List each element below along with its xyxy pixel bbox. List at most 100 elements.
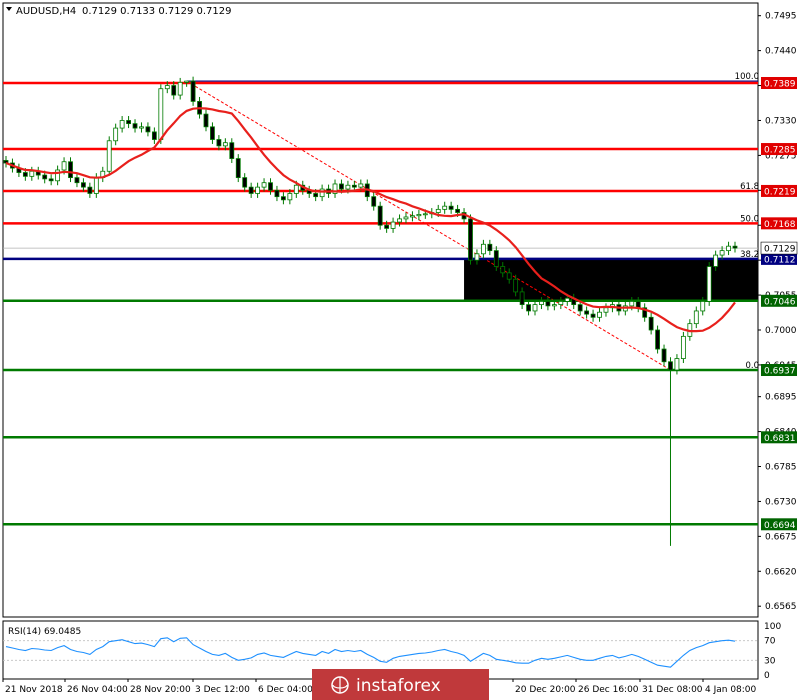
chart-window: 100.0 61.8 50.0 38.2 23.6 0.0 0.7495 0.7440 0.7… <box>0 0 800 700</box>
candle-body <box>287 193 293 201</box>
y-tick-label: 0.6565 <box>765 602 797 612</box>
candle-body <box>713 254 719 267</box>
candle-body <box>384 224 390 229</box>
current-price-label: 0.7129 <box>764 245 796 255</box>
rsi-scale-label: 100 <box>764 622 781 632</box>
candle-body <box>403 216 409 220</box>
candle-body <box>590 313 596 318</box>
candle-body <box>319 188 325 198</box>
level-price-label: 0.6831 <box>764 434 796 444</box>
x-tick-label: 28 Nov 20:00 <box>130 685 191 695</box>
candle-body <box>222 142 228 147</box>
y-tick-label: 0.7330 <box>765 116 797 126</box>
rsi-scale-label: 70 <box>764 637 776 647</box>
candle-body <box>87 186 93 194</box>
candle-body <box>513 278 519 293</box>
y-tick-label: 0.6620 <box>765 567 797 577</box>
candle-body <box>661 348 667 363</box>
level-price-label: 0.7046 <box>764 297 796 307</box>
candle-body <box>248 186 254 194</box>
candle-body <box>551 304 557 307</box>
candle-body <box>229 142 235 159</box>
ohlc-values: 0.7129 0.7133 0.7129 0.7129 <box>82 6 232 17</box>
candle-body <box>455 208 460 213</box>
y-tick-label: 0.6785 <box>765 463 797 473</box>
candle-body <box>603 307 609 313</box>
candle-body <box>397 218 402 223</box>
candle-body <box>139 126 144 129</box>
y-tick-label: 0.7000 <box>765 326 797 336</box>
candle-body <box>493 250 499 267</box>
rsi-label: RSI(14) 69.0485 <box>8 627 81 637</box>
price-chart: 100.061.850.038.223.60.0 0.74950.74400.7… <box>2 2 798 700</box>
candle-body <box>700 301 706 312</box>
candle-body <box>145 126 151 133</box>
candle-body <box>648 316 654 331</box>
candle-body <box>468 218 473 261</box>
candle-body <box>68 161 73 179</box>
candle-body <box>126 120 131 125</box>
rsi-scale-label: 0 <box>764 671 770 681</box>
level-price-label: 0.7219 <box>764 187 796 197</box>
candle-body <box>448 205 454 210</box>
candle-body <box>358 183 364 188</box>
candle-body <box>416 214 422 217</box>
candle-body <box>48 178 54 182</box>
candle-body <box>674 358 680 371</box>
candle-body <box>442 205 448 210</box>
candle-body <box>255 186 261 194</box>
level-price-label: 0.7389 <box>764 80 796 90</box>
candle-body <box>519 291 525 306</box>
candle-body <box>474 253 480 261</box>
candle-body <box>668 361 673 371</box>
candle-body <box>680 335 686 359</box>
candle-body <box>190 80 196 102</box>
candle-body <box>164 85 170 90</box>
x-tick-label: 4 Jan 08:00 <box>705 685 757 695</box>
candle-body <box>487 243 493 252</box>
x-tick-label: 31 Dec 08:00 <box>642 685 703 695</box>
candle-body <box>158 88 164 140</box>
candle-body <box>151 131 157 140</box>
candle-body <box>113 127 119 142</box>
candle-body <box>345 184 351 190</box>
candle-body <box>61 161 67 171</box>
candle-body <box>42 174 48 180</box>
candle-body <box>558 301 564 306</box>
candle-body <box>261 182 267 188</box>
candle-body <box>532 304 538 312</box>
level-price-label: 0.7285 <box>764 146 796 156</box>
candle-body <box>545 301 551 307</box>
candle-body <box>281 196 286 201</box>
candle-body <box>177 81 183 96</box>
candle-body <box>500 266 506 274</box>
candle-body <box>74 177 80 184</box>
y-tick-label: 0.7440 <box>765 47 797 57</box>
candle-body <box>706 266 712 302</box>
candle-body <box>577 304 583 312</box>
level-price-label: 0.6937 <box>764 367 796 377</box>
candle-body <box>526 304 531 312</box>
candle-body <box>210 126 215 140</box>
candle-body <box>293 184 299 194</box>
candle-body <box>584 310 590 315</box>
candle-body <box>339 183 344 190</box>
candle-body <box>313 193 319 198</box>
candle-body <box>29 170 35 177</box>
candle-body <box>693 310 699 325</box>
candle-body <box>480 243 486 255</box>
candle-body <box>655 329 660 350</box>
level-price-label: 0.6694 <box>764 521 796 531</box>
candle-body <box>216 139 222 147</box>
candle-body <box>629 301 635 307</box>
fib-level-label: 100.0 <box>735 72 759 82</box>
candle-body <box>351 184 357 188</box>
watermark-text: instaforex <box>356 676 441 696</box>
candle-body <box>22 172 28 177</box>
x-tick-label: 21 Nov 2018 <box>5 685 63 695</box>
candle-body <box>203 113 209 128</box>
x-tick-label: 6 Dec 04:00 <box>258 685 313 695</box>
candle-body <box>410 215 415 218</box>
candle-body <box>371 196 377 207</box>
candle-body <box>93 177 99 194</box>
